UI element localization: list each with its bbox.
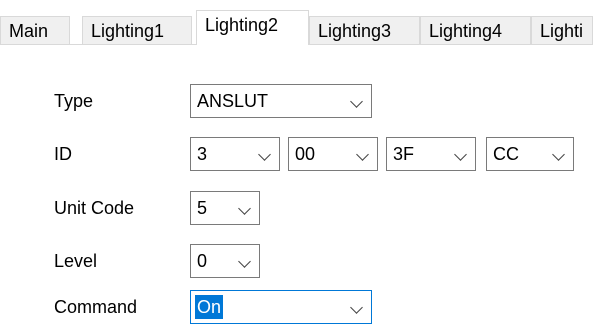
unit-code-select[interactable]: 5 bbox=[190, 191, 260, 225]
command-row: Command On bbox=[0, 290, 593, 324]
id-select-2-value: 00 bbox=[295, 144, 316, 164]
type-select[interactable]: ANSLUT bbox=[190, 84, 372, 118]
id-select-3-value: 3F bbox=[393, 144, 415, 164]
tab-lighting2[interactable]: Lighting2 bbox=[196, 10, 309, 45]
chevron-down-icon bbox=[238, 202, 251, 215]
tab-lighting1[interactable]: Lighting1 bbox=[82, 16, 192, 44]
tab-label: Lighti bbox=[540, 21, 584, 41]
id-select-1[interactable]: 3 bbox=[190, 137, 280, 171]
chevron-down-icon bbox=[552, 148, 565, 161]
command-select-value: On bbox=[195, 295, 224, 319]
level-select[interactable]: 0 bbox=[190, 244, 260, 278]
chevron-down-icon bbox=[238, 255, 251, 268]
tab-label: Main bbox=[9, 21, 49, 41]
type-row: Type ANSLUT bbox=[0, 84, 593, 118]
tab-label: Lighting3 bbox=[318, 21, 392, 41]
tab-label: Lighting1 bbox=[91, 21, 165, 41]
type-select-value: ANSLUT bbox=[197, 91, 269, 111]
chevron-down-icon bbox=[350, 301, 363, 314]
level-label: Level bbox=[54, 251, 98, 271]
tab-lighting4[interactable]: Lighting4 bbox=[420, 16, 531, 44]
unit-code-label: Unit Code bbox=[54, 198, 135, 218]
chevron-down-icon bbox=[356, 148, 369, 161]
tab-main[interactable]: Main bbox=[0, 16, 70, 44]
id-row: ID 3 00 3F CC bbox=[0, 137, 593, 171]
tab-lighting5[interactable]: Lighti bbox=[531, 16, 593, 44]
command-label: Command bbox=[54, 297, 138, 317]
tab-bar: Main Lighting1 Lighting2 Lighting3 Light… bbox=[0, 8, 593, 45]
tab-lighting3[interactable]: Lighting3 bbox=[309, 16, 420, 44]
unit-code-select-value: 5 bbox=[197, 198, 208, 218]
chevron-down-icon bbox=[350, 95, 363, 108]
id-select-1-value: 3 bbox=[197, 144, 208, 164]
id-select-3[interactable]: 3F bbox=[386, 137, 476, 171]
id-select-4-value: CC bbox=[493, 144, 519, 164]
id-select-4[interactable]: CC bbox=[486, 137, 574, 171]
chevron-down-icon bbox=[454, 148, 467, 161]
type-label: Type bbox=[54, 91, 94, 111]
tab-label: Lighting2 bbox=[205, 15, 279, 35]
chevron-down-icon bbox=[258, 148, 271, 161]
id-select-2[interactable]: 00 bbox=[288, 137, 378, 171]
id-label: ID bbox=[54, 144, 72, 164]
unit-code-row: Unit Code 5 bbox=[0, 191, 593, 225]
level-row: Level 0 bbox=[0, 244, 593, 278]
tab-label: Lighting4 bbox=[429, 21, 503, 41]
level-select-value: 0 bbox=[197, 251, 208, 271]
command-select[interactable]: On bbox=[190, 290, 372, 324]
